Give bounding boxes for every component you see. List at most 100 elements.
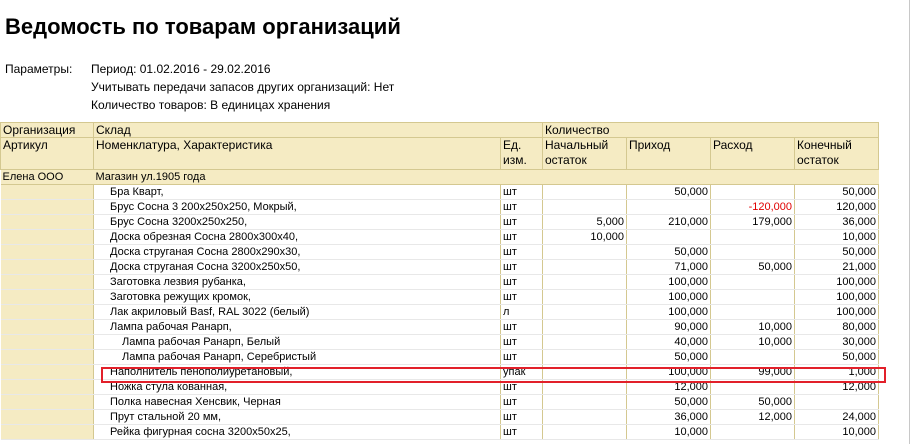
row-expense-cell[interactable]: 50,000 — [710, 394, 795, 410]
row-nomenclature-cell[interactable]: Лампа рабочая Ранарп, Белый — [93, 334, 501, 350]
row-nomenclature-cell[interactable]: Лампа рабочая Ранарп, — [93, 319, 501, 335]
row-expense-cell[interactable]: 10,000 — [710, 319, 795, 335]
row-article-cell[interactable] — [0, 394, 94, 410]
row-end-balance-cell[interactable]: 50,000 — [794, 184, 879, 200]
row-article-cell[interactable] — [0, 289, 94, 305]
row-income-cell[interactable]: 50,000 — [626, 394, 711, 410]
row-start-balance-cell[interactable] — [542, 379, 627, 395]
row-article-cell[interactable] — [0, 259, 94, 275]
row-income-cell[interactable]: 71,000 — [626, 259, 711, 275]
row-unit-cell[interactable]: шт — [500, 214, 543, 230]
header-unit[interactable]: Ед. изм. — [500, 137, 543, 170]
row-income-cell[interactable]: 100,000 — [626, 304, 711, 320]
row-expense-cell[interactable]: 10,000 — [710, 334, 795, 350]
row-end-balance-cell[interactable]: 50,000 — [794, 349, 879, 365]
row-unit-cell[interactable]: шт — [500, 334, 543, 350]
row-start-balance-cell[interactable] — [542, 259, 627, 275]
row-income-cell[interactable]: 210,000 — [626, 214, 711, 230]
row-unit-cell[interactable]: шт — [500, 409, 543, 425]
row-end-balance-cell[interactable]: 24,000 — [794, 409, 879, 425]
row-end-balance-cell[interactable]: 12,000 — [794, 379, 879, 395]
row-start-balance-cell[interactable] — [542, 394, 627, 410]
row-income-cell[interactable]: 40,000 — [626, 334, 711, 350]
row-end-balance-cell[interactable]: 36,000 — [794, 214, 879, 230]
header-income[interactable]: Приход — [626, 137, 711, 170]
row-income-cell[interactable]: 12,000 — [626, 379, 711, 395]
table-row[interactable]: Полка навесная Хенсвик, Черная шт 50,000 50… — [0, 394, 879, 410]
row-article-cell[interactable] — [0, 319, 94, 335]
table-row[interactable]: Брус Сосна 3200х250х250, шт 5,000 210,000 17… — [0, 214, 879, 230]
row-start-balance-cell[interactable] — [542, 304, 627, 320]
row-article-cell[interactable] — [0, 274, 94, 290]
row-end-balance-cell[interactable]: 50,000 — [794, 244, 879, 260]
table-row[interactable]: Заготовка режущих кромок, шт 100,000 100,00… — [0, 289, 879, 305]
row-nomenclature-cell[interactable]: Заготовка режущих кромок, — [93, 289, 501, 305]
header-start-balance[interactable]: Начальный остаток — [542, 137, 627, 170]
table-row[interactable]: Лампа рабочая Ранарп, шт 90,000 10,000 80,00… — [0, 319, 879, 335]
row-expense-cell[interactable] — [710, 424, 795, 440]
table-row[interactable]: Доска струганая Сосна 2800х290х30, шт 50,0… — [0, 244, 879, 260]
row-nomenclature-cell[interactable]: Брус Сосна 3200х250х250, — [93, 214, 501, 230]
row-expense-cell[interactable]: 12,000 — [710, 409, 795, 425]
row-expense-cell[interactable]: 179,000 — [710, 214, 795, 230]
row-article-cell[interactable] — [0, 244, 94, 260]
row-article-cell[interactable] — [0, 214, 94, 230]
row-article-cell[interactable] — [0, 304, 94, 320]
row-article-cell[interactable] — [0, 229, 94, 245]
row-end-balance-cell[interactable]: 30,000 — [794, 334, 879, 350]
row-end-balance-cell[interactable]: 80,000 — [794, 319, 879, 335]
header-nomenclature[interactable]: Номенклатура, Характеристика — [93, 137, 501, 170]
row-nomenclature-cell[interactable]: Прут стальной 20 мм, — [93, 409, 501, 425]
row-nomenclature-cell[interactable]: Лампа рабочая Ранарп, Серебристый — [93, 349, 501, 365]
row-expense-cell[interactable]: 99,000 — [710, 364, 795, 380]
row-income-cell[interactable]: 36,000 — [626, 409, 711, 425]
row-expense-cell[interactable]: 50,000 — [710, 259, 795, 275]
row-end-balance-cell[interactable]: 120,000 — [794, 199, 879, 215]
row-expense-cell[interactable] — [710, 289, 795, 305]
row-end-balance-cell[interactable]: 100,000 — [794, 274, 879, 290]
table-row[interactable]: Прут стальной 20 мм, шт 36,000 12,000 24,000 — [0, 409, 879, 425]
table-row[interactable]: Лампа рабочая Ранарп, Белый шт 40,000 10,00… — [0, 334, 879, 350]
row-expense-cell[interactable] — [710, 379, 795, 395]
row-unit-cell[interactable]: упак — [500, 364, 543, 380]
header-expense[interactable]: Расход — [710, 137, 795, 170]
group-warehouse[interactable]: Магазин ул.1905 года — [93, 169, 879, 185]
header-quantity[interactable]: Количество — [542, 122, 879, 138]
row-unit-cell[interactable]: шт — [500, 199, 543, 215]
row-expense-cell[interactable] — [710, 304, 795, 320]
row-unit-cell[interactable]: шт — [500, 274, 543, 290]
row-start-balance-cell[interactable] — [542, 409, 627, 425]
row-unit-cell[interactable]: шт — [500, 319, 543, 335]
row-start-balance-cell[interactable] — [542, 424, 627, 440]
row-income-cell[interactable]: 10,000 — [626, 424, 711, 440]
row-start-balance-cell[interactable] — [542, 184, 627, 200]
table-row[interactable]: Доска струганая Сосна 3200х250х50, шт 71,0… — [0, 259, 879, 275]
row-income-cell[interactable]: 50,000 — [626, 184, 711, 200]
header-end-balance[interactable]: Конечный остаток — [794, 137, 879, 170]
row-nomenclature-cell[interactable]: Доска струганая Сосна 3200х250х50, — [93, 259, 501, 275]
row-article-cell[interactable] — [0, 409, 94, 425]
table-row[interactable]: Ножка стула кованная, шт 12,000 12,000 — [0, 379, 879, 395]
row-unit-cell[interactable]: шт — [500, 259, 543, 275]
row-end-balance-cell[interactable]: 1,000 — [794, 364, 879, 380]
row-article-cell[interactable] — [0, 364, 94, 380]
row-nomenclature-cell[interactable]: Брус Сосна 3 200х250х250, Мокрый, — [93, 199, 501, 215]
row-income-cell[interactable]: 100,000 — [626, 289, 711, 305]
row-income-cell[interactable] — [626, 229, 711, 245]
row-income-cell[interactable]: 100,000 — [626, 364, 711, 380]
row-nomenclature-cell[interactable]: Доска обрезная Сосна 2800х300х40, — [93, 229, 501, 245]
row-expense-cell[interactable] — [710, 244, 795, 260]
group-row[interactable]: Елена ООО Магазин ул.1905 года — [0, 169, 879, 185]
row-expense-cell[interactable] — [710, 349, 795, 365]
row-end-balance-cell[interactable]: 10,000 — [794, 229, 879, 245]
row-end-balance-cell[interactable]: 21,000 — [794, 259, 879, 275]
table-row[interactable]: Лак акриловый Basf, RAL 3022 (белый) л 100… — [0, 304, 879, 320]
table-row[interactable]: Бра Кварт, шт 50,000 50,000 — [0, 184, 879, 200]
row-income-cell[interactable]: 50,000 — [626, 349, 711, 365]
row-article-cell[interactable] — [0, 199, 94, 215]
row-article-cell[interactable] — [0, 424, 94, 440]
header-article[interactable]: Артикул — [0, 137, 94, 170]
row-unit-cell[interactable]: шт — [500, 244, 543, 260]
row-nomenclature-cell[interactable]: Заготовка лезвия рубанка, — [93, 274, 501, 290]
row-unit-cell[interactable]: шт — [500, 349, 543, 365]
